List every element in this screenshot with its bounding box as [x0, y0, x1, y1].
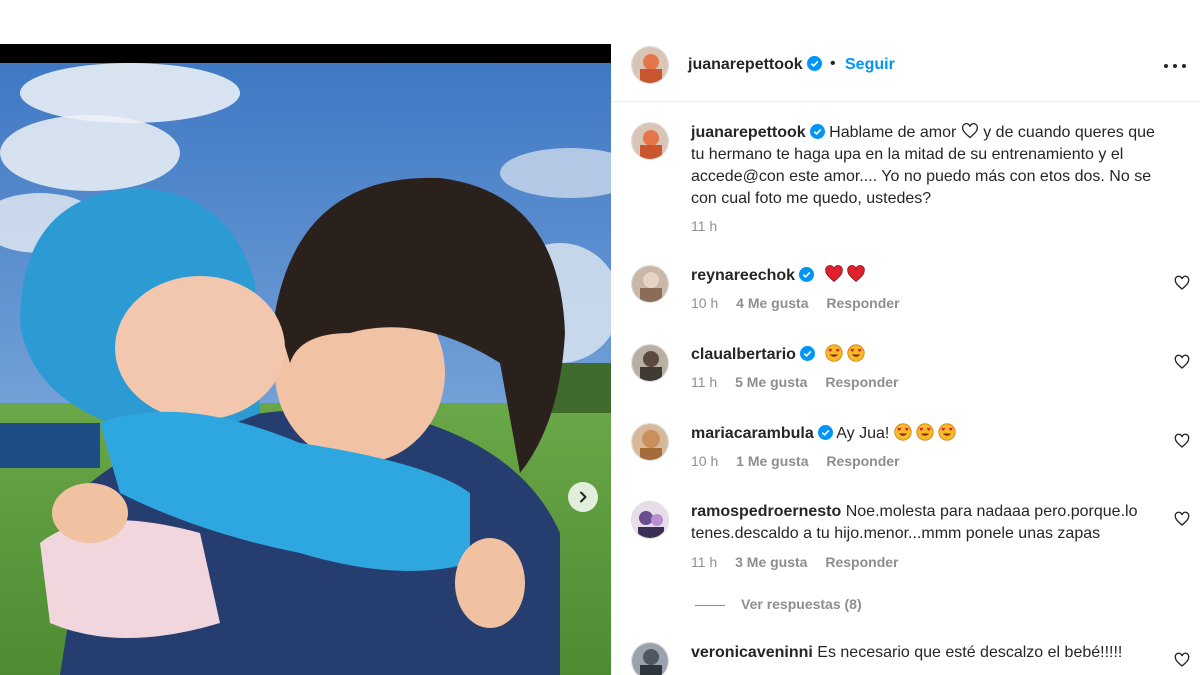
- caption-text-block: juanarepettook Hablame de amor y de cuan…: [691, 122, 1161, 210]
- commenter-avatar[interactable]: [631, 501, 669, 539]
- commenter-avatar[interactable]: [631, 423, 669, 461]
- comment-username[interactable]: reynareechok: [691, 267, 795, 284]
- author-username[interactable]: juanarepettook: [688, 56, 822, 74]
- comment-username[interactable]: claualbertario: [691, 346, 796, 363]
- like-comment-icon[interactable]: [1174, 433, 1190, 449]
- comment-likes[interactable]: 4 Me gusta: [736, 295, 808, 311]
- comment-meta: 10 h 1 Me gusta Responder: [691, 453, 914, 469]
- post-photo: [0, 63, 611, 675]
- comment-likes[interactable]: 3 Me gusta: [735, 554, 807, 570]
- comment-meta: 10 h 4 Me gusta Responder: [691, 295, 914, 311]
- reply-button[interactable]: Responder: [825, 554, 898, 570]
- comment-username[interactable]: ramospedroernesto: [691, 503, 841, 520]
- caption-meta: 11 h: [691, 218, 731, 234]
- comment-text: Es necesario que esté descalzo el bebé!!…: [817, 644, 1123, 661]
- commenter-avatar[interactable]: [631, 265, 669, 303]
- post-header: juanarepettook • Seguir: [611, 44, 1200, 102]
- comment-likes[interactable]: 1 Me gusta: [736, 453, 808, 469]
- like-comment-icon[interactable]: [1174, 354, 1190, 370]
- reply-button[interactable]: Responder: [825, 374, 898, 390]
- caption-avatar[interactable]: [631, 122, 669, 160]
- heart-eyes-emoji-icon: [847, 344, 866, 362]
- comment-text-block: ramospedroernesto Noe.molesta para nadaa…: [691, 501, 1161, 545]
- reply-button[interactable]: Responder: [826, 295, 899, 311]
- comment-text-block: claualbertario: [691, 344, 1161, 366]
- comment-username[interactable]: mariacarambula: [691, 425, 814, 442]
- comment-meta: 11 h 5 Me gusta Responder: [691, 374, 912, 390]
- post-media: [0, 44, 611, 675]
- comment-text-block: mariacarambula Ay Jua!: [691, 423, 1161, 445]
- heart-outline-icon: [961, 123, 978, 139]
- chevron-right-icon: [580, 491, 587, 503]
- like-comment-icon[interactable]: [1174, 511, 1190, 527]
- next-photo-button[interactable]: [568, 482, 598, 512]
- heart-eyes-emoji-icon: [825, 344, 844, 362]
- comment-username[interactable]: veronicaveninni: [691, 644, 813, 661]
- separator-dot: •: [830, 55, 836, 72]
- heart-eyes-emoji-icon: [916, 423, 934, 441]
- view-replies-label: Ver respuestas (8): [741, 596, 862, 612]
- caption-text-start: Hablame de amor: [829, 124, 957, 141]
- commenter-avatar[interactable]: [631, 344, 669, 382]
- caption-time[interactable]: 11 h: [691, 218, 717, 234]
- comment-meta: 11 h 3 Me gusta Responder: [691, 554, 912, 570]
- commenter-avatar[interactable]: [631, 642, 669, 675]
- heart-eyes-emoji-icon: [938, 423, 956, 441]
- verified-badge-icon: [806, 56, 822, 71]
- post-side-panel: juanarepettook • Seguir juanarepettook H…: [611, 44, 1200, 675]
- verified-badge-icon: [817, 425, 833, 440]
- verified-badge-icon: [809, 124, 825, 139]
- follow-button[interactable]: Seguir: [845, 56, 895, 74]
- view-replies-button[interactable]: Ver respuestas (8): [695, 596, 862, 612]
- like-comment-icon[interactable]: [1174, 275, 1190, 291]
- verified-badge-icon: [799, 346, 815, 361]
- comment-time[interactable]: 10 h: [691, 453, 718, 469]
- reply-button[interactable]: Responder: [826, 453, 899, 469]
- replies-divider-line: [695, 604, 725, 606]
- comment-time[interactable]: 11 h: [691, 554, 717, 570]
- comment-text: Ay Jua!: [836, 425, 890, 442]
- comment-time[interactable]: 11 h: [691, 374, 717, 390]
- comment-likes[interactable]: 5 Me gusta: [735, 374, 807, 390]
- red-heart-emoji-icon: [846, 265, 865, 282]
- comment-text-block: reynareechok: [691, 265, 1161, 287]
- red-heart-emoji-icon: [824, 265, 843, 282]
- caption-username[interactable]: juanarepettook: [691, 124, 806, 141]
- comment-time[interactable]: 10 h: [691, 295, 718, 311]
- heart-eyes-emoji-icon: [894, 423, 912, 441]
- comment-text-block: veronicaveninni Es necesario que esté de…: [691, 642, 1161, 664]
- author-avatar[interactable]: [631, 46, 669, 84]
- verified-badge-icon: [799, 267, 815, 282]
- more-options-icon[interactable]: [1164, 64, 1186, 70]
- like-comment-icon[interactable]: [1174, 652, 1190, 668]
